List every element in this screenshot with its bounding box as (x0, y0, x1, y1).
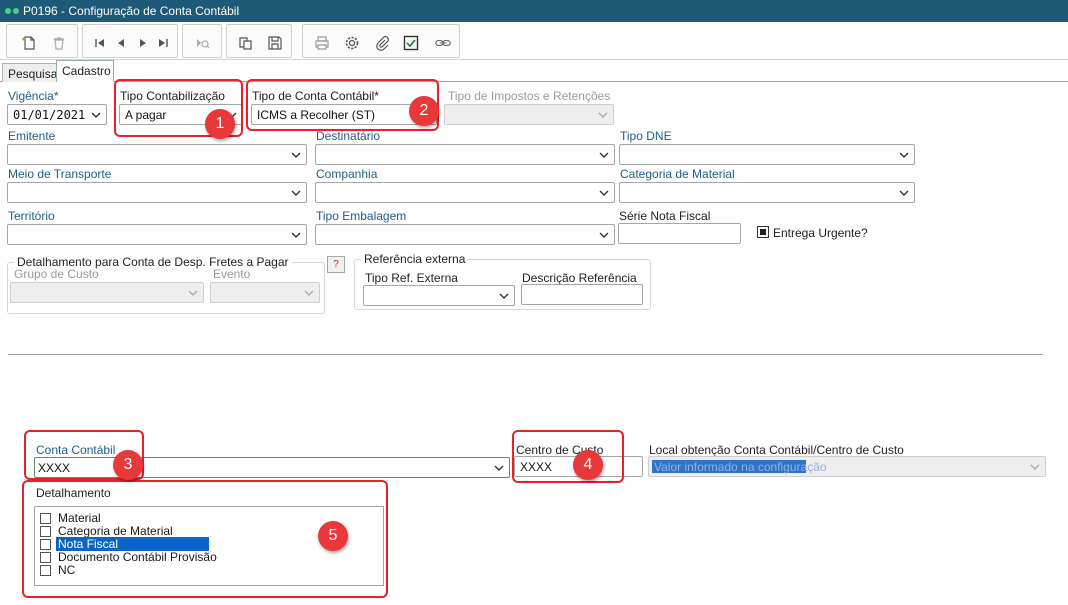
tab-cadastro[interactable]: Cadastro (56, 60, 114, 82)
toolbar-group-file (226, 24, 292, 58)
territorio-label: Território (8, 209, 55, 223)
chevron-down-icon (304, 290, 314, 296)
first-record-icon[interactable] (91, 34, 109, 52)
tipo-impostos-select (444, 104, 614, 125)
chevron-down-icon (91, 112, 101, 118)
highlight-box (512, 430, 624, 483)
vigencia-date-picker[interactable]: 01/01/2021 (7, 104, 107, 125)
tipo-ref-externa-select[interactable] (363, 285, 515, 306)
companhia-label: Companhia (316, 167, 378, 181)
chevron-down-icon (291, 190, 301, 196)
copy-icon[interactable] (237, 34, 255, 52)
window-dot-icon (5, 8, 11, 14)
chevron-down-icon (494, 465, 504, 471)
chevron-down-icon (899, 190, 909, 196)
emitente-select[interactable] (7, 144, 307, 165)
evento-label: Evento (213, 267, 251, 281)
referencia-externa-legend: Referência externa (361, 252, 469, 266)
emitente-label: Emitente (8, 129, 56, 143)
next-record-icon[interactable] (134, 34, 152, 52)
title-bar: P0196 - Configuração de Conta Contábil (0, 0, 1068, 22)
destinatario-label: Destinatário (316, 129, 381, 143)
vigencia-value: 01/01/2021 (13, 108, 86, 122)
vigencia-label: Vigência* (8, 89, 59, 103)
descricao-referencia-input[interactable] (521, 284, 643, 305)
annotation-badge: 5 (318, 521, 348, 551)
meio-transporte-select[interactable] (7, 182, 307, 203)
toolbar-group-navigation (82, 24, 178, 58)
grupo-custo-select (10, 282, 204, 303)
chevron-down-icon (188, 290, 198, 296)
chevron-down-icon (1030, 464, 1040, 470)
help-button[interactable]: ? (327, 256, 345, 273)
chevron-down-icon (499, 293, 509, 299)
tipo-embalagem-select[interactable] (315, 224, 615, 245)
attach-icon[interactable] (373, 34, 391, 52)
chevron-down-icon (599, 152, 609, 158)
categoria-material-select[interactable] (619, 182, 915, 203)
tipo-dne-select[interactable] (619, 144, 915, 165)
chevron-down-icon (598, 112, 608, 118)
destinatario-select[interactable] (315, 144, 615, 165)
tipo-dne-label: Tipo DNE (620, 129, 672, 143)
check-icon[interactable] (402, 34, 420, 52)
link-icon[interactable] (432, 34, 454, 52)
entrega-urgente-label: Entrega Urgente? (773, 226, 868, 240)
serie-nota-fiscal-label: Série Nota Fiscal (619, 209, 711, 223)
chevron-down-icon (291, 152, 301, 158)
entrega-urgente-checkbox[interactable] (757, 226, 769, 238)
toolbar (0, 22, 1068, 60)
serie-nota-fiscal-input[interactable] (618, 223, 741, 244)
tipo-embalagem-label: Tipo Embalagem (316, 209, 407, 223)
annotation-badge: 3 (113, 450, 143, 480)
chevron-down-icon (599, 190, 609, 196)
local-obtencao-value: Valor informado na configuração (654, 460, 827, 474)
previous-record-icon[interactable] (112, 34, 130, 52)
categoria-material-label: Categoria de Material (620, 167, 735, 181)
annotation-badge: 2 (409, 96, 439, 126)
tipo-ref-externa-label: Tipo Ref. Externa (365, 271, 458, 285)
local-obtencao-label: Local obtenção Conta Contábil/Centro de … (649, 443, 904, 457)
toolbar-group-edit (6, 24, 78, 58)
window-dot-icon (13, 8, 19, 14)
companhia-select[interactable] (315, 182, 615, 203)
save-icon[interactable] (266, 34, 284, 52)
section-divider (8, 354, 1043, 355)
chevron-down-icon (599, 232, 609, 238)
chevron-down-icon (899, 152, 909, 158)
window-title: P0196 - Configuração de Conta Contábil (23, 4, 240, 18)
search-record-icon[interactable] (193, 34, 211, 52)
grupo-custo-label: Grupo de Custo (14, 267, 99, 281)
meio-transporte-label: Meio de Transporte (8, 167, 112, 181)
new-document-icon[interactable] (20, 34, 38, 52)
print-icon[interactable] (313, 34, 331, 52)
delete-icon[interactable] (50, 34, 68, 52)
tab-pesquisa[interactable]: Pesquisa (2, 63, 57, 82)
descricao-referencia-label: Descrição Referência (522, 271, 637, 285)
annotation-badge: 4 (573, 450, 603, 480)
evento-select (210, 282, 320, 303)
territorio-select[interactable] (7, 224, 307, 245)
toolbar-group-search (182, 24, 222, 58)
settings-icon[interactable] (343, 34, 361, 52)
local-obtencao-select: Valor informado na configuração (648, 456, 1046, 477)
tipo-impostos-label: Tipo de Impostos e Retenções (448, 89, 611, 103)
chevron-down-icon (291, 232, 301, 238)
toolbar-group-actions (302, 24, 460, 58)
last-record-icon[interactable] (154, 34, 172, 52)
annotation-badge: 1 (205, 109, 235, 139)
